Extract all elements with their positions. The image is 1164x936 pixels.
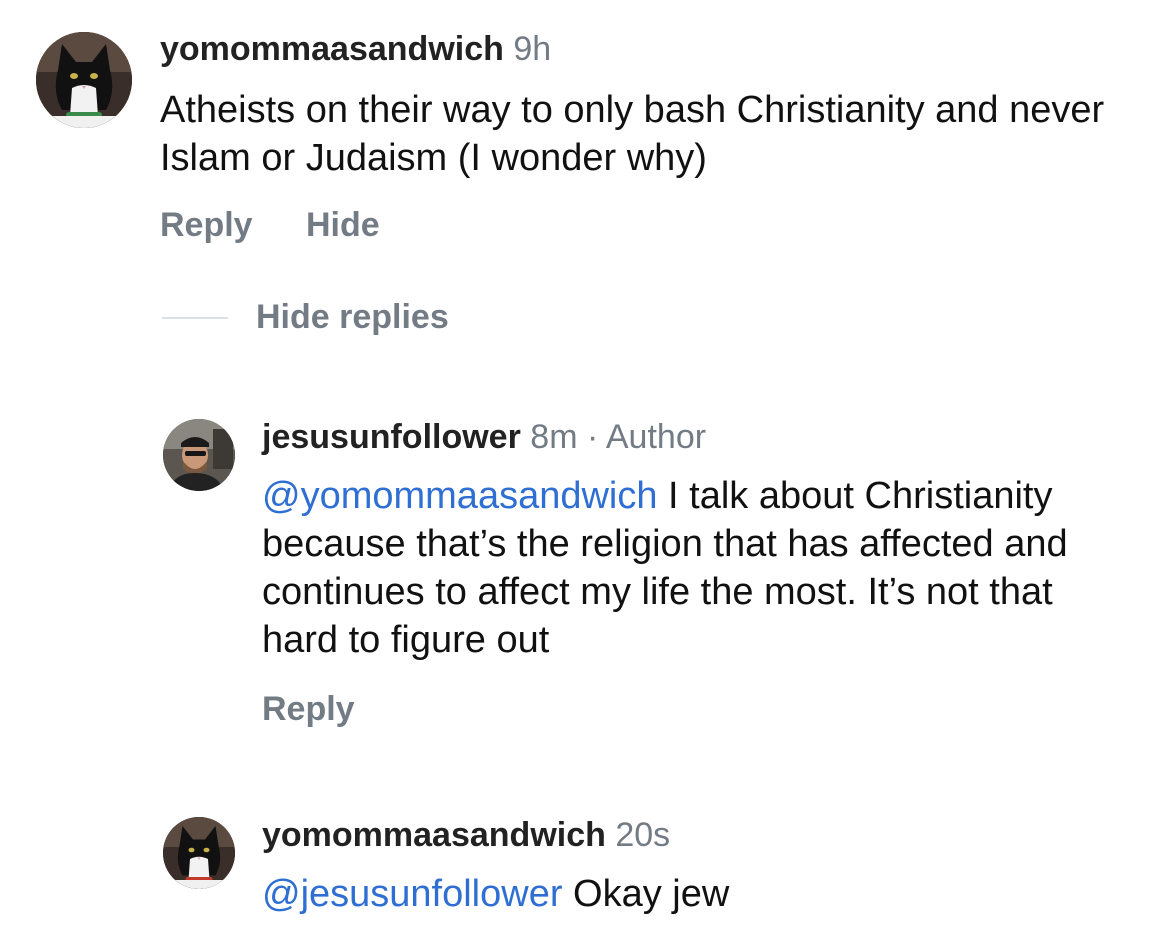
separator-dot: · [586,418,599,456]
cat-avatar-icon [36,32,132,128]
replies-divider [162,317,228,319]
author-badge: Author [605,418,707,456]
comment-text: @yomommaasandwich I talk about Christian… [262,472,1132,664]
hide-replies-button[interactable]: Hide replies [256,298,449,337]
avatar-jesusunfollower[interactable] [163,419,235,491]
comment-header: jesusunfollower 8m · Author [262,418,706,457]
comment-header: yomommaasandwich 9h [160,30,551,69]
man-avatar-icon [163,419,235,491]
username[interactable]: jesusunfollower [262,418,521,456]
comment-body: Atheists on their way to only bash Chris… [160,89,1105,179]
comment-header: yomommaasandwich 20s [262,816,670,855]
mention-link[interactable]: @yomommaasandwich [262,475,658,517]
timestamp: 9h [513,30,552,68]
avatar-yomommaasandwich[interactable] [36,32,132,128]
username[interactable]: yomommaasandwich [262,816,606,854]
mention-link[interactable]: @jesusunfollower [262,873,563,915]
username[interactable]: yomommaasandwich [160,30,504,68]
timestamp: 20s [615,816,671,854]
comment-text: Atheists on their way to only bash Chris… [160,86,1120,182]
comment-text: @jesusunfollower Okay jew [262,870,1132,918]
avatar-yomommaasandwich[interactable] [163,817,235,889]
comment-body: Okay jew [562,873,730,915]
reply-button[interactable]: Reply [262,690,355,729]
reply-button[interactable]: Reply [160,206,253,245]
hide-button[interactable]: Hide [306,206,380,245]
cat-avatar-icon [163,817,235,889]
timestamp: 8m [530,418,578,456]
